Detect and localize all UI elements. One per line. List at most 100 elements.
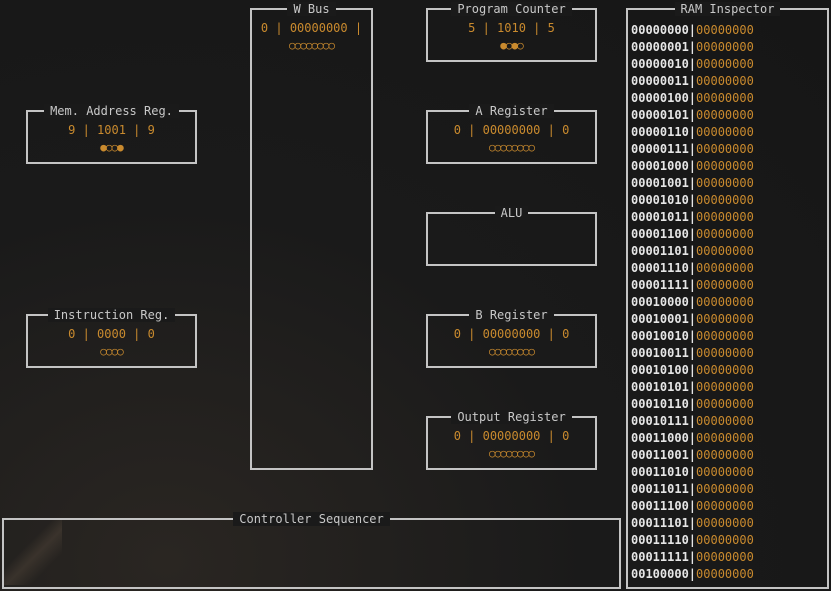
ram-address: 00000010 (631, 57, 689, 71)
output-register-panel: Output Register 0 | 00000000 | 0 ○○○○○○○… (426, 410, 597, 470)
ram-value: 00000000 (696, 312, 754, 326)
ram-separator: | (688, 380, 697, 394)
ram-address: 00011010 (631, 465, 689, 479)
ram-value: 00000000 (696, 159, 754, 173)
a-register-panel: A Register 0 | 00000000 | 0 ○○○○○○○○ (426, 104, 597, 164)
ram-address: 00001101 (631, 244, 689, 258)
ram-address: 00010001 (631, 312, 689, 326)
ram-row: 00011000|00000000 (631, 430, 827, 447)
ram-value: 00000000 (696, 465, 754, 479)
ram-row: 00011110|00000000 (631, 532, 827, 549)
ram-value: 00000000 (696, 380, 754, 394)
w-bus-panel: W Bus 0 | 00000000 | ○○○○○○○○ (250, 2, 373, 470)
ram-value: 00000000 (696, 74, 754, 88)
ram-separator: | (688, 397, 697, 411)
ram-separator: | (688, 40, 697, 54)
ram-address: 00001000 (631, 159, 689, 173)
ram-address: 00000100 (631, 91, 689, 105)
ram-row: 00000001|00000000 (631, 39, 827, 56)
controller-sequencer-panel: Controller Sequencer (2, 512, 621, 589)
ram-value: 00000000 (696, 278, 754, 292)
ram-row: 00000010|00000000 (631, 56, 827, 73)
mar-panel: Mem. Address Reg. 9 | 1001 | 9 ●○○● (26, 104, 197, 164)
instruction-reg-title: Instruction Reg. (47, 308, 176, 322)
ram-value: 00000000 (696, 227, 754, 241)
ram-separator: | (688, 550, 697, 564)
ram-address: 00010100 (631, 363, 689, 377)
ram-separator: | (688, 448, 697, 462)
ram-address: 00011000 (631, 431, 689, 445)
ram-address: 00010011 (631, 346, 689, 360)
ram-address: 00011101 (631, 516, 689, 530)
ram-row: 00000111|00000000 (631, 141, 827, 158)
ram-value: 00000000 (696, 57, 754, 71)
ram-separator: | (688, 74, 697, 88)
ram-value: 00000000 (696, 431, 754, 445)
ram-inspector-title: RAM Inspector (674, 2, 781, 16)
ram-value: 00000000 (696, 448, 754, 462)
ram-row: 00010100|00000000 (631, 362, 827, 379)
ram-address: 00001010 (631, 193, 689, 207)
ram-separator: | (688, 567, 697, 581)
ram-value: 00000000 (696, 363, 754, 377)
ram-row: 00000011|00000000 (631, 73, 827, 90)
ram-row: 00011100|00000000 (631, 498, 827, 515)
ram-value: 00000000 (696, 499, 754, 513)
ram-value: 00000000 (696, 567, 754, 581)
ram-separator: | (688, 329, 697, 343)
a-register-title: A Register (469, 104, 554, 118)
ram-row: 00010111|00000000 (631, 413, 827, 430)
ram-inspector-panel[interactable]: RAM Inspector 00000000|00000000 00000001|… (626, 2, 829, 589)
ram-value: 00000000 (696, 329, 754, 343)
ram-address: 00001110 (631, 261, 689, 275)
ram-value: 00000000 (696, 176, 754, 190)
ram-row: 00001100|00000000 (631, 226, 827, 243)
ram-value: 00000000 (696, 91, 754, 105)
ram-row: 00011001|00000000 (631, 447, 827, 464)
ram-row: 00000110|00000000 (631, 124, 827, 141)
ram-value: 00000000 (696, 125, 754, 139)
ram-row: 00001110|00000000 (631, 260, 827, 277)
ram-separator: | (688, 176, 697, 190)
ram-separator: | (688, 193, 697, 207)
ram-address: 00000111 (631, 142, 689, 156)
ram-address: 00000011 (631, 74, 689, 88)
ram-address: 00001001 (631, 176, 689, 190)
ram-address: 00000110 (631, 125, 689, 139)
program-counter-title: Program Counter (451, 2, 572, 16)
program-counter-value: 5 | 1010 | 5 (468, 21, 555, 35)
ram-value: 00000000 (696, 346, 754, 360)
ram-address: 00010111 (631, 414, 689, 428)
ram-value: 00000000 (696, 23, 754, 37)
a-register-leds: ○○○○○○○○ (489, 141, 535, 154)
mar-value: 9 | 1001 | 9 (68, 123, 155, 137)
ram-separator: | (688, 91, 697, 105)
ram-separator: | (688, 482, 697, 496)
b-register-title: B Register (469, 308, 554, 322)
ram-address: 00011110 (631, 533, 689, 547)
ram-separator: | (688, 533, 697, 547)
ram-separator: | (688, 346, 697, 360)
ram-row: 00011101|00000000 (631, 515, 827, 532)
ram-row: 00000100|00000000 (631, 90, 827, 107)
ram-address: 00000000 (631, 23, 689, 37)
ram-row: 00001101|00000000 (631, 243, 827, 260)
ram-value: 00000000 (696, 261, 754, 275)
ram-list[interactable]: 00000000|00000000 00000001|00000000 000000… (631, 22, 827, 583)
ram-row: 00001001|00000000 (631, 175, 827, 192)
ram-row: 00011111|00000000 (631, 549, 827, 566)
ram-row: 00001000|00000000 (631, 158, 827, 175)
alu-title: ALU (494, 206, 529, 220)
ram-row: 00000101|00000000 (631, 107, 827, 124)
ram-separator: | (688, 210, 697, 224)
ram-value: 00000000 (696, 295, 754, 309)
ram-value: 00000000 (696, 193, 754, 207)
ram-address: 00011011 (631, 482, 689, 496)
ram-separator: | (688, 261, 697, 275)
ram-separator: | (688, 295, 697, 309)
ram-address: 00010010 (631, 329, 689, 343)
mar-leds: ●○○● (100, 141, 124, 154)
ram-row: 00001111|00000000 (631, 277, 827, 294)
b-register-leds: ○○○○○○○○ (489, 345, 535, 358)
ram-row: 00011011|00000000 (631, 481, 827, 498)
